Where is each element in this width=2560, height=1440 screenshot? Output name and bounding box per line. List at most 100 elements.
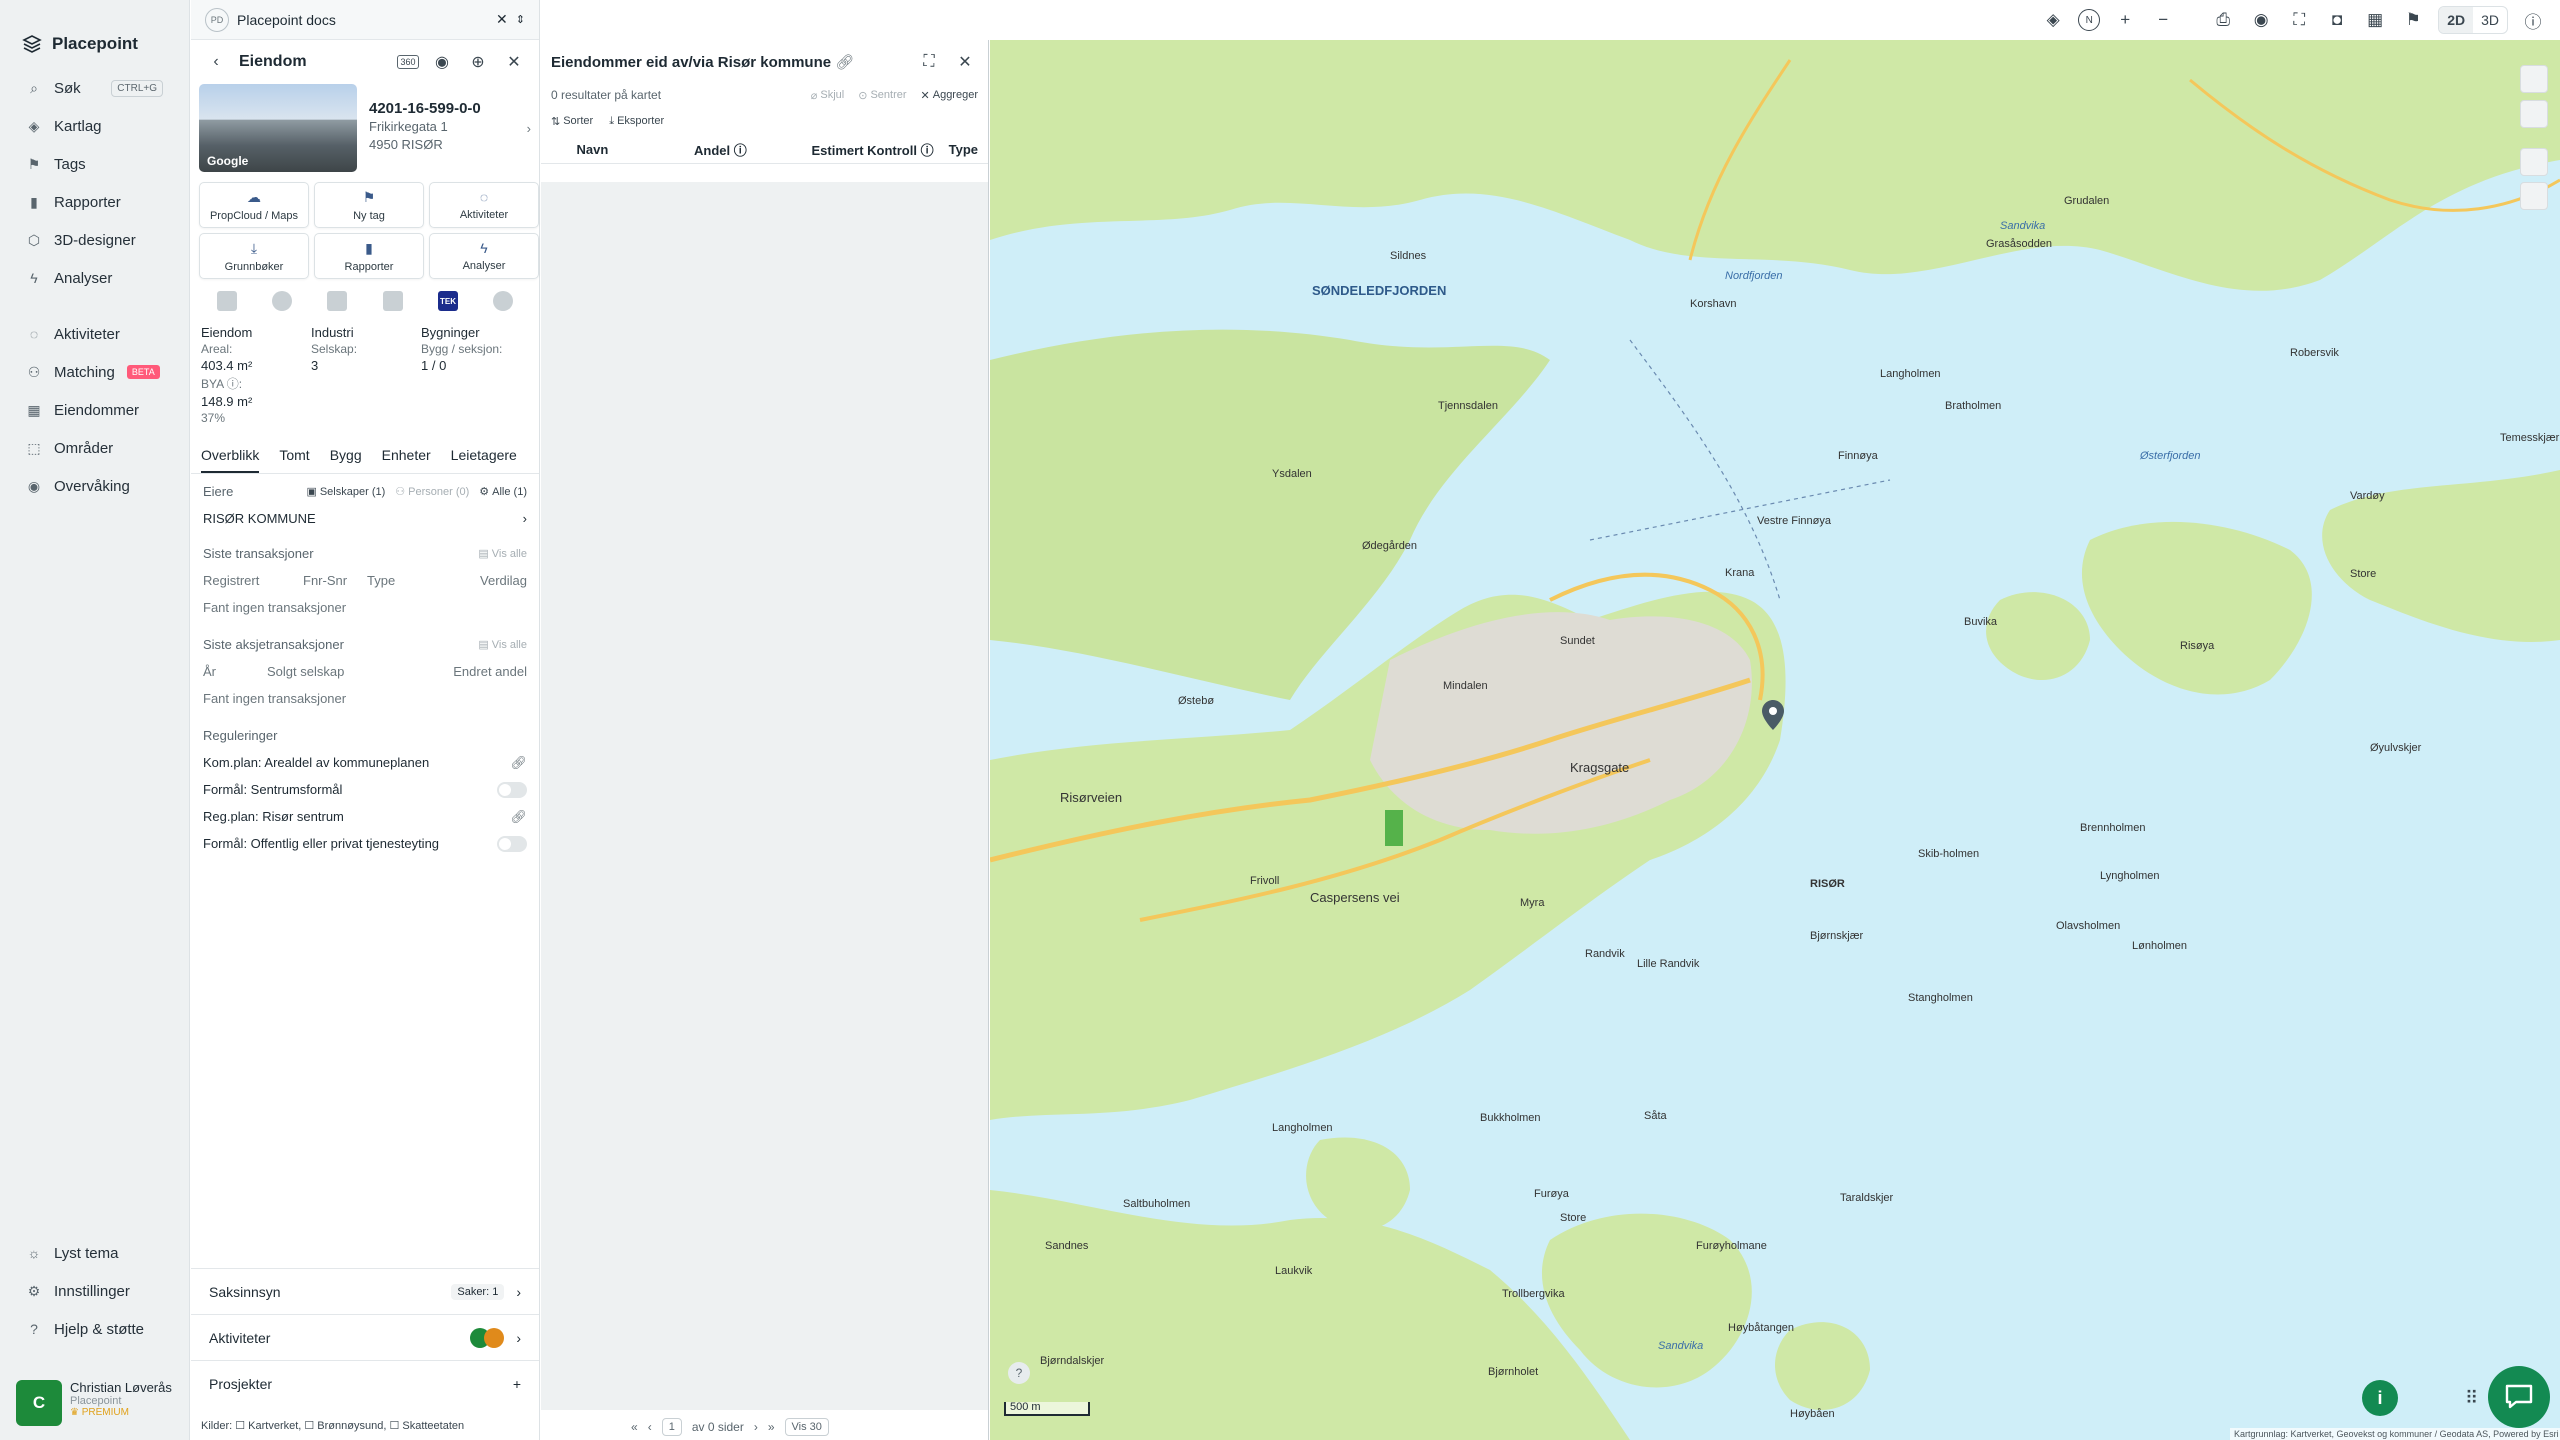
link-icon[interactable]: 🔗︎ bbox=[510, 809, 527, 825]
layer-toggle[interactable] bbox=[497, 835, 527, 852]
sidebar-item-search[interactable]: ⌕ Søk CTRL+G bbox=[0, 69, 189, 107]
column-header[interactable]: Andel ⓘ bbox=[694, 140, 812, 159]
tab-overblikk[interactable]: Overblikk bbox=[201, 447, 260, 473]
sidebar-item-kartlag[interactable]: ◈ Kartlag bbox=[0, 107, 189, 145]
sidebar-item-lyst-tema[interactable]: ☼ Lyst tema bbox=[0, 1234, 189, 1272]
column-header[interactable]: Type bbox=[949, 142, 978, 157]
regulation-item[interactable]: Reg.plan: Risør sentrum 🔗︎ bbox=[191, 803, 539, 830]
app-logo[interactable]: Placepoint bbox=[0, 0, 189, 65]
location-pin[interactable] bbox=[1762, 700, 1784, 730]
sidebar-item-tags[interactable]: ⚑ Tags bbox=[0, 145, 189, 183]
filter-companies[interactable]: ▣ Selskaper (1) bbox=[306, 485, 385, 499]
export-button[interactable]: ⤓ Eksporter bbox=[609, 115, 664, 128]
camera-icon[interactable]: ◘ bbox=[2324, 7, 2350, 33]
zoom-in-icon[interactable]: + bbox=[2112, 7, 2138, 33]
add-icon[interactable]: + bbox=[513, 1376, 521, 1392]
map-tool-button[interactable] bbox=[2520, 148, 2548, 176]
chat-button[interactable] bbox=[2488, 1366, 2550, 1428]
layer-toggle[interactable] bbox=[497, 781, 527, 798]
regulation-item[interactable]: Formål: Sentrumsformål bbox=[191, 776, 539, 803]
column-header[interactable]: Navn bbox=[576, 142, 694, 157]
source-icon[interactable] bbox=[382, 291, 403, 311]
regulation-item[interactable]: Formål: Offentlig eller privat tjenestey… bbox=[191, 830, 539, 857]
bookmark-icon[interactable]: ⚑ bbox=[2400, 7, 2426, 33]
close-icon[interactable]: ✕ bbox=[952, 49, 978, 75]
grid-icon[interactable]: ▦ bbox=[2362, 7, 2388, 33]
property-summary[interactable]: Google 4201-16-599-0-0 Frikirkegata 1 49… bbox=[191, 84, 539, 172]
owner-row[interactable]: RISØR KOMMUNE › bbox=[191, 505, 539, 532]
back-icon[interactable]: ‹ bbox=[203, 49, 229, 75]
doc-tab[interactable]: PD Placepoint docs ✕ ⇕ bbox=[191, 0, 539, 40]
view-all-link[interactable]: ▤ Vis alle bbox=[478, 547, 527, 561]
tab-leietagere[interactable]: Leietagere bbox=[451, 447, 517, 473]
expand-icon[interactable]: ⇕ bbox=[516, 13, 525, 26]
filter-persons[interactable]: ⚇ Personer (0) bbox=[395, 485, 469, 499]
filter-all[interactable]: ⚙ Alle (1) bbox=[479, 485, 527, 499]
source-icon[interactable] bbox=[327, 291, 348, 311]
close-icon[interactable]: ✕ bbox=[501, 49, 527, 75]
tek-source-icon[interactable]: TEK bbox=[437, 291, 458, 311]
eye-icon[interactable]: ◉ bbox=[2248, 7, 2274, 33]
tab-enheter[interactable]: Enheter bbox=[382, 447, 431, 473]
user-profile[interactable]: C Christian Løverås Placepoint ♛ PREMIUM bbox=[16, 1380, 172, 1426]
fullscreen-icon[interactable]: ⛶ bbox=[916, 49, 942, 75]
last-page-icon[interactable]: » bbox=[768, 1420, 775, 1434]
sidebar-item-rapporter[interactable]: ▮ Rapporter bbox=[0, 183, 189, 221]
sidebar-item-overvaking[interactable]: ◉ Overvåking bbox=[0, 467, 189, 505]
accordion-prosjekter[interactable]: Prosjekter + bbox=[191, 1360, 539, 1406]
sidebar-item-omrader[interactable]: ⬚ Områder bbox=[0, 429, 189, 467]
sidebar-item-matching[interactable]: ⚇ Matching BETA bbox=[0, 353, 189, 391]
sidebar-item-help[interactable]: ? Hjelp & støtte bbox=[0, 1310, 189, 1348]
tab-bygg[interactable]: Bygg bbox=[330, 447, 362, 473]
new-tag-button[interactable]: ⚑ Ny tag bbox=[314, 182, 424, 228]
next-page-icon[interactable]: › bbox=[754, 1420, 758, 1434]
sidebar-item-aktiviteter[interactable]: ◌ Aktiviteter bbox=[0, 315, 189, 353]
source-icon[interactable] bbox=[493, 291, 514, 311]
layers-stack-icon[interactable]: ◈ bbox=[2040, 7, 2066, 33]
propcloud-button[interactable]: ☁ PropCloud / Maps bbox=[199, 182, 309, 228]
view-all-link[interactable]: ▤ Vis alle bbox=[478, 638, 527, 652]
mode-3d-button[interactable]: 3D bbox=[2473, 7, 2507, 33]
reports-button[interactable]: ▮ Rapporter bbox=[314, 233, 424, 279]
center-button[interactable]: ⊙ Sentrer bbox=[858, 89, 906, 102]
source-icon[interactable] bbox=[216, 291, 237, 311]
mode-2d-button[interactable]: 2D bbox=[2439, 7, 2474, 33]
activities-button[interactable]: ◌ Aktiviteter bbox=[429, 182, 539, 228]
link-icon[interactable]: 🔗︎ bbox=[835, 54, 854, 71]
analyses-button[interactable]: ϟ Analyser bbox=[429, 233, 539, 279]
hide-button[interactable]: ⌀ Skjul bbox=[811, 89, 844, 102]
compass-icon[interactable]: N bbox=[2078, 9, 2101, 31]
map-canvas[interactable]: SØNDELEDFJORDEN RISØR Sildnes Korshavn L… bbox=[990, 40, 2560, 1440]
page-size-select[interactable]: Vis 30 bbox=[784, 1418, 829, 1436]
drag-handle-icon[interactable]: ⠿ bbox=[2465, 1388, 2478, 1409]
source-icon[interactable] bbox=[271, 291, 292, 311]
grunnboker-button[interactable]: ⤓ Grunnbøker bbox=[199, 233, 309, 279]
map-tool-button[interactable] bbox=[2520, 65, 2548, 93]
accordion-saksinnsyn[interactable]: Saksinnsyn Saker: 1 › bbox=[191, 1268, 539, 1314]
property-photo[interactable]: Google bbox=[199, 84, 357, 172]
map-tool-button[interactable] bbox=[2520, 182, 2548, 210]
sidebar-item-eiendommer[interactable]: ▦ Eiendommer bbox=[0, 391, 189, 429]
regulation-item[interactable]: Kom.plan: Arealdel av kommuneplanen 🔗︎ bbox=[191, 749, 539, 776]
map-tool-button[interactable] bbox=[2520, 100, 2548, 128]
fullscreen-icon[interactable]: ⛶ bbox=[2286, 7, 2312, 33]
help-icon[interactable]: ? bbox=[1008, 1362, 1030, 1384]
column-header[interactable]: Estimert Kontroll ⓘ bbox=[812, 140, 949, 159]
panorama-icon[interactable]: 360 bbox=[397, 55, 419, 69]
info-button[interactable]: i bbox=[2362, 1380, 2398, 1416]
eye-icon[interactable]: ◉ bbox=[429, 49, 455, 75]
sort-button[interactable]: ⇅ Sorter bbox=[551, 115, 593, 128]
link-icon[interactable]: 🔗︎ bbox=[510, 755, 527, 771]
info-icon[interactable]: ⓘ bbox=[2520, 7, 2546, 33]
prev-page-icon[interactable]: ‹ bbox=[648, 1420, 652, 1434]
tab-tomt[interactable]: Tomt bbox=[279, 447, 309, 473]
aggregate-button[interactable]: ✕ Aggreger bbox=[921, 89, 978, 102]
sidebar-item-innstillinger[interactable]: ⚙ Innstillinger bbox=[0, 1272, 189, 1310]
first-page-icon[interactable]: « bbox=[631, 1420, 638, 1434]
print-icon[interactable]: ⎙ bbox=[2210, 7, 2236, 33]
chevron-right-icon[interactable]: › bbox=[527, 121, 531, 136]
close-icon[interactable]: ✕ bbox=[496, 11, 508, 28]
sidebar-item-3d-designer[interactable]: ⬡ 3D-designer bbox=[0, 221, 189, 259]
accordion-aktiviteter[interactable]: Aktiviteter › bbox=[191, 1314, 539, 1360]
zoom-out-icon[interactable]: − bbox=[2150, 7, 2176, 33]
